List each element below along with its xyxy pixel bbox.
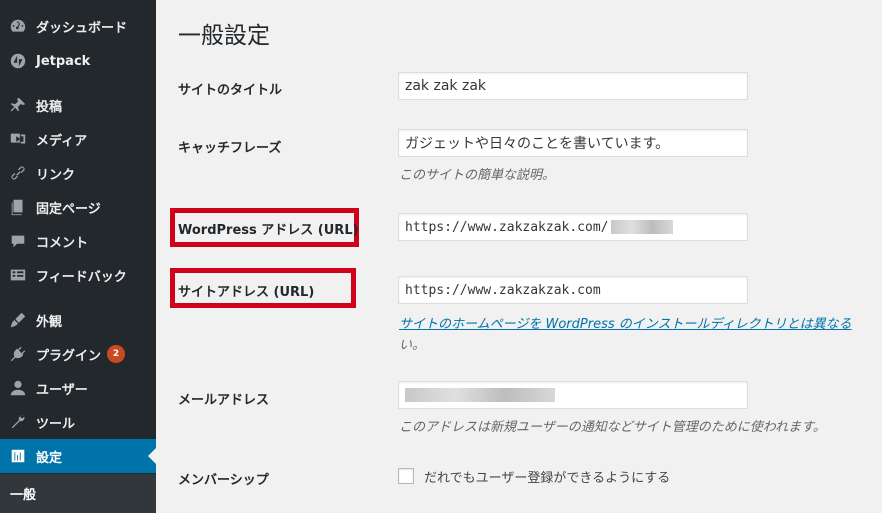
email-label: メールアドレス	[178, 393, 270, 408]
email-input[interactable]	[398, 381, 748, 409]
sidebar-item-label: 投稿	[36, 99, 63, 115]
sidebar-item-links[interactable]: リンク	[0, 156, 156, 190]
sidebar-item-label: 外観	[36, 314, 63, 330]
membership-checkbox-label[interactable]: だれでもユーザー登録ができるようにする	[424, 467, 670, 486]
redacted-text	[610, 220, 673, 234]
sidebar-item-label: フィードバック	[36, 269, 127, 285]
active-menu-arrow	[148, 448, 156, 464]
site-title-label: サイトのタイトル	[178, 83, 283, 98]
wp-address-value: https://www.zakzakzak.com/	[405, 219, 609, 235]
sidebar-item-plugins[interactable]: プラグイン 2	[0, 337, 156, 371]
plugin-icon	[0, 345, 36, 363]
site-title-input[interactable]: zak zak zak	[398, 72, 748, 100]
sidebar-item-label: 固定ページ	[36, 201, 101, 217]
tagline-input[interactable]: ガジェットや日々のことを書いています。	[398, 129, 748, 157]
sidebar-item-label: プラグイン	[36, 348, 102, 364]
tools-icon	[0, 413, 36, 431]
update-count-badge: 2	[107, 345, 126, 363]
settings-icon	[0, 447, 36, 465]
dashboard-icon	[0, 17, 36, 35]
site-address-input[interactable]: https://www.zakzakzak.com	[398, 276, 748, 304]
jetpack-icon	[0, 52, 36, 70]
site-address-help-link[interactable]: サイトのホームページを WordPress のインストールディレクトリとは異なる	[399, 313, 882, 332]
media-icon	[0, 130, 36, 148]
site-address-help-tail: い。	[399, 338, 426, 353]
feedback-icon	[0, 266, 36, 284]
sidebar-item-dashboard[interactable]: ダッシュボード	[0, 9, 156, 43]
membership-label: メンバーシップ	[178, 473, 269, 488]
sidebar-item-appearance[interactable]: 外観	[0, 303, 156, 337]
admin-sidebar: ダッシュボード Jetpack 投稿 メディア リンク 固定ページ コメント フ…	[0, 0, 156, 513]
sidebar-item-settings[interactable]: 設定	[0, 439, 156, 473]
redacted-text	[405, 388, 555, 402]
wp-address-input[interactable]: https://www.zakzakzak.com/	[398, 213, 748, 241]
settings-submenu: 一般	[0, 474, 156, 513]
sidebar-item-label: リンク	[36, 167, 76, 183]
email-description: このアドレスは新規ユーザーの通知などサイト管理のために使われます。	[399, 420, 826, 435]
sidebar-item-posts[interactable]: 投稿	[0, 88, 156, 122]
submenu-item-general[interactable]: 一般	[10, 484, 36, 503]
sidebar-item-users[interactable]: ユーザー	[0, 371, 156, 405]
comment-icon	[0, 232, 36, 250]
sidebar-item-label: 設定	[36, 450, 63, 466]
user-icon	[0, 379, 36, 397]
appearance-icon	[0, 311, 36, 329]
wp-address-label: WordPress アドレス (URL)	[178, 223, 359, 238]
page-title: 一般設定	[178, 23, 270, 49]
link-icon	[0, 164, 36, 182]
sidebar-item-label: Jetpack	[36, 53, 91, 69]
sidebar-item-comments[interactable]: コメント	[0, 224, 156, 258]
sidebar-item-pages[interactable]: 固定ページ	[0, 190, 156, 224]
sidebar-item-label: メディア	[36, 133, 88, 149]
sidebar-item-label: ユーザー	[36, 382, 88, 398]
sidebar-item-tools[interactable]: ツール	[0, 405, 156, 439]
sidebar-item-media[interactable]: メディア	[0, 122, 156, 156]
pin-icon	[0, 96, 36, 114]
sidebar-item-label: ツール	[36, 416, 76, 432]
page-icon	[0, 198, 36, 216]
sidebar-item-jetpack[interactable]: Jetpack	[0, 44, 156, 78]
sidebar-item-label: ダッシュボード	[36, 20, 128, 36]
sidebar-item-label: コメント	[36, 235, 89, 251]
membership-checkbox[interactable]	[398, 468, 414, 484]
tagline-description: このサイトの簡単な説明。	[399, 168, 556, 183]
tagline-label: キャッチフレーズ	[178, 141, 282, 156]
site-address-label: サイトアドレス (URL)	[178, 285, 315, 300]
sidebar-item-feedback[interactable]: フィードバック	[0, 258, 156, 292]
